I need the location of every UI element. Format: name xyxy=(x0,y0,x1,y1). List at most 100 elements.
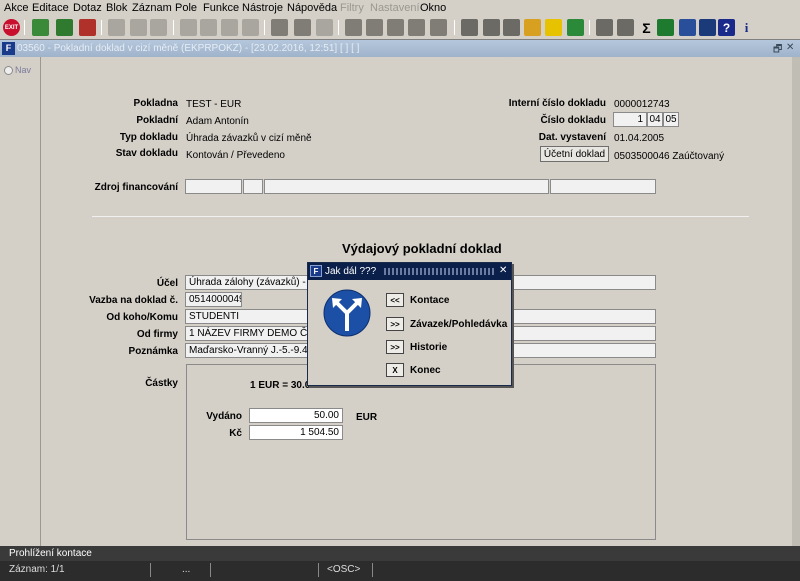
toolbar-separator xyxy=(101,20,102,35)
status-divider xyxy=(318,563,319,577)
zdroj-field-4[interactable] xyxy=(550,179,656,194)
menu-filtry[interactable]: Filtry xyxy=(340,2,364,14)
konec-button[interactable]: X xyxy=(386,363,404,377)
od-firmy-label: Od firmy xyxy=(136,329,178,340)
dialog-title: Jak dál ??? xyxy=(325,266,377,277)
exit-icon[interactable]: EXIT xyxy=(3,19,20,36)
castky-label: Částky xyxy=(145,378,178,389)
kontace-button[interactable]: << xyxy=(386,293,404,307)
menu-dotaz[interactable]: Dotaz xyxy=(73,2,102,14)
delete-record-icon[interactable] xyxy=(79,19,96,36)
menu-okno[interactable]: Okno xyxy=(420,2,446,14)
menu-funkce[interactable]: Funkce xyxy=(203,2,239,14)
execute-query-icon[interactable] xyxy=(130,19,147,36)
cancel-query-icon[interactable] xyxy=(150,19,167,36)
cislo-dokladu-field-2[interactable]: 04 xyxy=(647,112,663,127)
zavazek-pohledavka-label: Závazek/Pohledávka xyxy=(410,319,508,330)
zdroj-field-1[interactable] xyxy=(185,179,242,194)
report-icon[interactable] xyxy=(596,19,613,36)
zdroj-field-3[interactable] xyxy=(264,179,549,194)
nav-strip: Nav xyxy=(0,57,41,546)
ucetni-doklad-value: 0503500046 Zaúčtovaný xyxy=(614,151,725,162)
toolbar-separator xyxy=(264,20,265,35)
dialog-title-pattern xyxy=(384,268,494,275)
cut-icon[interactable] xyxy=(345,19,362,36)
pokladna-label: Pokladna xyxy=(133,98,178,109)
jak-dal-dialog: F Jak dál ??? ✕ << Kontace >> Závazek/Po… xyxy=(307,262,512,386)
sort-asc-icon[interactable] xyxy=(180,19,197,36)
warning-icon[interactable] xyxy=(545,19,562,36)
cislo-dokladu-field-3[interactable]: 05 xyxy=(663,112,679,127)
toolbar-separator xyxy=(589,20,590,35)
gear-icon[interactable] xyxy=(503,19,520,36)
menu-akce[interactable]: Akce xyxy=(4,2,28,14)
poznamka-label: Poznámka xyxy=(128,346,178,357)
vazba-field[interactable]: 0514000049 xyxy=(185,292,242,307)
zdroj-field-2[interactable] xyxy=(243,179,263,194)
dialog-titlebar: F Jak dál ??? ✕ xyxy=(308,263,511,280)
pokladna-value: TEST - EUR xyxy=(186,99,242,110)
direction-sign-icon xyxy=(323,289,371,337)
vertical-scrollbar[interactable] xyxy=(792,57,800,546)
menu-napoveda[interactable]: Nápověda xyxy=(287,2,337,14)
toolbar-separator xyxy=(338,20,339,35)
info-icon[interactable]: i xyxy=(738,19,755,36)
vydano-currency: EUR xyxy=(356,412,378,423)
historie-button[interactable]: >> xyxy=(386,340,404,354)
columns-icon[interactable] xyxy=(430,19,447,36)
home-icon[interactable] xyxy=(461,19,478,36)
filter-icon[interactable] xyxy=(242,19,259,36)
dialog-app-icon: F xyxy=(310,265,322,277)
close-icon[interactable]: ✕ xyxy=(786,42,794,53)
kontace-label: Kontace xyxy=(410,295,450,306)
pokladni-value: Adam Antonín xyxy=(186,116,249,127)
paste-icon[interactable] xyxy=(387,19,404,36)
vydano-field[interactable]: 50.00 xyxy=(249,408,343,423)
mail-icon[interactable] xyxy=(316,19,333,36)
print-preview-icon[interactable] xyxy=(294,19,311,36)
copy-icon[interactable] xyxy=(366,19,383,36)
toolbar-separator xyxy=(24,20,25,35)
excel-icon[interactable] xyxy=(657,19,674,36)
help-user-icon[interactable] xyxy=(699,19,716,36)
insert-icon[interactable] xyxy=(56,19,73,36)
kc-field[interactable]: 1 504.50 xyxy=(249,425,343,440)
word-icon[interactable] xyxy=(679,19,696,36)
window-title: 03560 - Pokladní doklad v cizí měně (EKP… xyxy=(17,43,360,54)
ucel-label: Účel xyxy=(156,278,178,289)
pokladni-label: Pokladní xyxy=(136,115,178,126)
image-icon[interactable] xyxy=(567,19,584,36)
document-icon[interactable] xyxy=(483,19,500,36)
menu-zaznam[interactable]: Záznam xyxy=(132,2,172,14)
app-icon: F xyxy=(2,42,15,55)
status-divider xyxy=(210,563,211,577)
edit-icon[interactable] xyxy=(617,19,634,36)
interni-cislo-value: 0000012743 xyxy=(614,99,670,110)
tree-icon[interactable] xyxy=(408,19,425,36)
ucetni-doklad-button[interactable]: Účetní doklad xyxy=(540,146,609,162)
query-icon[interactable] xyxy=(108,19,125,36)
dialog-close-icon[interactable]: ✕ xyxy=(499,265,507,276)
status-divider xyxy=(372,563,373,577)
wrench-icon[interactable] xyxy=(221,19,238,36)
typ-dokladu-label: Typ dokladu xyxy=(119,132,178,143)
menu-nastroje[interactable]: Nástroje xyxy=(242,2,283,14)
new-record-icon[interactable] xyxy=(32,19,49,36)
menu-editace[interactable]: Editace xyxy=(32,2,69,14)
nav-label[interactable]: Nav xyxy=(15,65,31,75)
stav-dokladu-label: Stav dokladu xyxy=(115,148,178,159)
status-bar: Záznam: 1/1 ... <OSC> xyxy=(0,561,800,581)
cislo-dokladu-field-1[interactable]: 1 xyxy=(613,112,647,127)
toolbar-separator xyxy=(454,20,455,35)
sun-icon[interactable] xyxy=(524,19,541,36)
sigma-icon[interactable]: Σ xyxy=(638,19,655,36)
menu-pole[interactable]: Pole xyxy=(175,2,197,14)
menu-blok[interactable]: Blok xyxy=(106,2,127,14)
help-icon[interactable]: ? xyxy=(718,19,735,36)
menu-nastaveni[interactable]: Nastavení xyxy=(370,2,420,14)
nav-icon[interactable] xyxy=(4,66,13,75)
konec-label: Konec xyxy=(410,365,441,376)
zavazek-pohledavka-button[interactable]: >> xyxy=(386,317,404,331)
print-icon[interactable] xyxy=(271,19,288,36)
sort-desc-icon[interactable] xyxy=(200,19,217,36)
